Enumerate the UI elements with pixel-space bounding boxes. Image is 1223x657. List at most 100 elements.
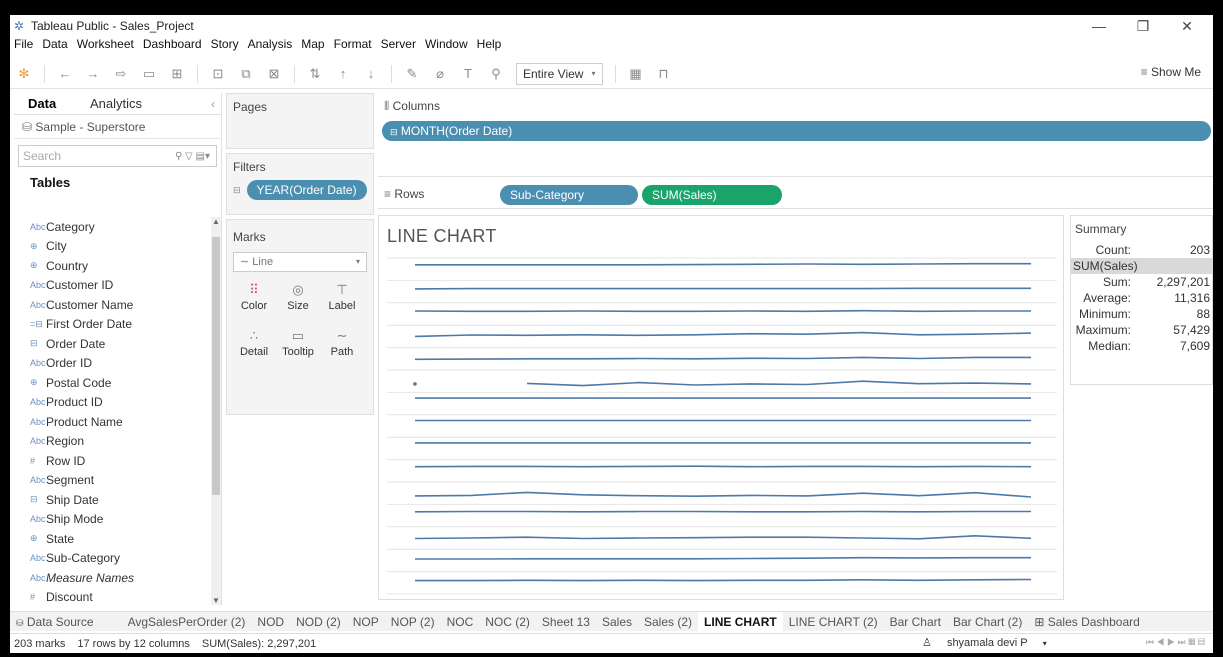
sort-descending-icon[interactable]: ↓ (360, 63, 382, 85)
series-line[interactable] (414, 309, 1031, 313)
search-filter-icons[interactable]: ⚲ ▽ ▤▾ (175, 151, 216, 162)
field-search[interactable]: Search ⚲ ▽ ▤▾ (18, 145, 217, 167)
series-line[interactable] (414, 491, 1032, 498)
swap-icon[interactable]: ⇅ (304, 63, 326, 85)
field-item[interactable]: Abc Sub-Category (14, 549, 212, 569)
field-item[interactable]: Abc Category (14, 217, 212, 237)
field-item[interactable]: Abc Product Name (14, 412, 212, 432)
sheet-tab[interactable]: LINE CHART (698, 612, 783, 631)
pages-card[interactable]: Pages (226, 93, 374, 149)
field-item[interactable]: Abc Measure Names (14, 568, 212, 588)
sheet-tab[interactable]: NOD (2) (290, 612, 347, 631)
scroll-down-icon[interactable]: ▼ (211, 596, 221, 605)
menu-server[interactable]: Server (381, 37, 416, 55)
size-button[interactable]: ◎ Size (279, 280, 317, 318)
sheet-tab[interactable]: ⊞ Sales Dashboard (1028, 612, 1145, 631)
undo-icon[interactable]: ← (54, 63, 76, 85)
field-item[interactable]: Abc Product ID (14, 393, 212, 413)
label-button[interactable]: ⊤ Label (323, 280, 361, 318)
field-item[interactable]: ⊕ Postal Code (14, 373, 212, 393)
scroll-up-icon[interactable]: ▲ (211, 217, 221, 226)
menu-worksheet[interactable]: Worksheet (77, 37, 134, 55)
labels-icon[interactable]: T (457, 63, 479, 85)
field-item[interactable]: Abc Ship Mode (14, 510, 212, 530)
line-chart[interactable] (379, 216, 1065, 601)
tab-data[interactable]: Data (14, 93, 76, 114)
show-me-button[interactable]: ≡ Show Me (1141, 65, 1201, 79)
tab-analytics[interactable]: Analytics (76, 93, 186, 114)
sheet-tab[interactable]: NOP (2) (385, 612, 441, 631)
sheet-tab[interactable]: NOP (347, 612, 385, 631)
sheet-tab[interactable]: AvgSalesPerOrder (2) (122, 612, 252, 631)
field-item[interactable]: ⊕ Country (14, 256, 212, 276)
field-item[interactable]: ⊕ State (14, 529, 212, 549)
path-button[interactable]: ∼ Path (323, 326, 361, 364)
restore-button[interactable]: ❐ (1121, 15, 1165, 37)
columns-shelf[interactable]: ⦀ Columns ⊟ MONTH(Order Date) (378, 93, 1213, 177)
field-item[interactable]: # Discount (14, 588, 212, 608)
menu-help[interactable]: Help (477, 37, 502, 55)
new-datasource-icon[interactable]: ⊞ (166, 63, 188, 85)
field-list-scrollbar[interactable]: ▲ ▼ (211, 217, 221, 605)
detail-button[interactable]: ∴ Detail (235, 326, 273, 364)
close-button[interactable]: ✕ (1165, 15, 1209, 37)
fit-dropdown[interactable]: Entire View ▾ (516, 62, 603, 85)
sheet-tab[interactable]: Sheet 13 (536, 612, 596, 631)
tooltip-button[interactable]: ▭ Tooltip (279, 326, 317, 364)
menu-story[interactable]: Story (211, 37, 239, 55)
sheet-nav-icons[interactable]: ⏮ ◀ ▶ ⏭ ▦ ▤ (1146, 637, 1205, 648)
worksheet-view[interactable]: LINE CHART (378, 215, 1064, 600)
save-icon[interactable]: ▭ (138, 63, 160, 85)
menu-file[interactable]: File (14, 37, 33, 55)
rows-pill-subcategory[interactable]: Sub-Category (500, 185, 638, 205)
sheet-tab[interactable]: NOC (2) (479, 612, 536, 631)
filters-card[interactable]: Filters ⊟ YEAR(Order Date) (226, 153, 374, 215)
scroll-thumb[interactable] (212, 237, 220, 495)
tableau-home-icon[interactable]: ✻ (13, 63, 35, 85)
pin-icon[interactable]: ⚲ (485, 63, 507, 85)
redo-icon[interactable]: → (82, 63, 104, 85)
series-line[interactable] (415, 262, 1031, 266)
field-item[interactable]: # Row ID (14, 451, 212, 471)
field-item[interactable]: Abc Customer ID (14, 276, 212, 296)
sheet-tab[interactable]: NOD (251, 612, 290, 631)
field-item[interactable]: Abc Customer Name (14, 295, 212, 315)
filter-pill[interactable]: YEAR(Order Date) (246, 180, 367, 200)
field-item[interactable]: ⊟ Ship Date (14, 490, 212, 510)
field-item[interactable]: Abc Segment (14, 471, 212, 491)
presentation-mode-icon[interactable]: ⊓ (653, 63, 675, 85)
group-icon[interactable]: ⌀ (429, 63, 451, 85)
series-line[interactable] (414, 287, 1031, 290)
sheet-tab[interactable]: Bar Chart (2) (947, 612, 1028, 631)
field-item[interactable]: Abc Order ID (14, 354, 212, 374)
series-line[interactable] (414, 331, 1032, 338)
menu-dashboard[interactable]: Dashboard (143, 37, 202, 55)
rows-pill-sales[interactable]: SUM(Sales) (642, 185, 782, 205)
series-line[interactable] (526, 380, 1032, 387)
menu-map[interactable]: Map (301, 37, 324, 55)
sheet-tab[interactable]: LINE CHART (2) (783, 612, 884, 631)
color-button[interactable]: ⠿ Color (235, 280, 273, 318)
field-item[interactable]: Abc Region (14, 432, 212, 452)
highlight-icon[interactable]: ✎ (401, 63, 423, 85)
datasource-item[interactable]: ⛁ Sample - Superstore (14, 115, 221, 139)
replay-icon[interactable]: ⇨ (110, 63, 132, 85)
mark-type-dropdown[interactable]: ∼ Line ▾ (233, 252, 367, 272)
field-item[interactable]: ⊕ City (14, 237, 212, 257)
sheet-tab[interactable]: Bar Chart (884, 612, 947, 631)
columns-pill[interactable]: ⊟ MONTH(Order Date) (382, 121, 1211, 141)
duplicate-sheet-icon[interactable]: ⧉ (235, 63, 257, 85)
user-menu[interactable]: ♙ shyamala devi P ▾ (922, 636, 1059, 649)
minimize-button[interactable]: — (1077, 15, 1121, 37)
clear-sheet-icon[interactable]: ⊠ (263, 63, 285, 85)
sort-ascending-icon[interactable]: ↑ (332, 63, 354, 85)
series-line[interactable] (414, 534, 1032, 540)
sheet-tab[interactable]: Sales (596, 612, 638, 631)
rows-shelf[interactable]: ≡ Rows Sub-Category SUM(Sales) (378, 179, 1213, 209)
sheet-tab[interactable]: NOC (441, 612, 480, 631)
field-item[interactable]: =⊟ First Order Date (14, 315, 212, 335)
collapse-pane-icon[interactable]: ‹ (211, 93, 221, 114)
menu-data[interactable]: Data (42, 37, 67, 55)
menu-window[interactable]: Window (425, 37, 468, 55)
series-line[interactable] (414, 356, 1031, 361)
